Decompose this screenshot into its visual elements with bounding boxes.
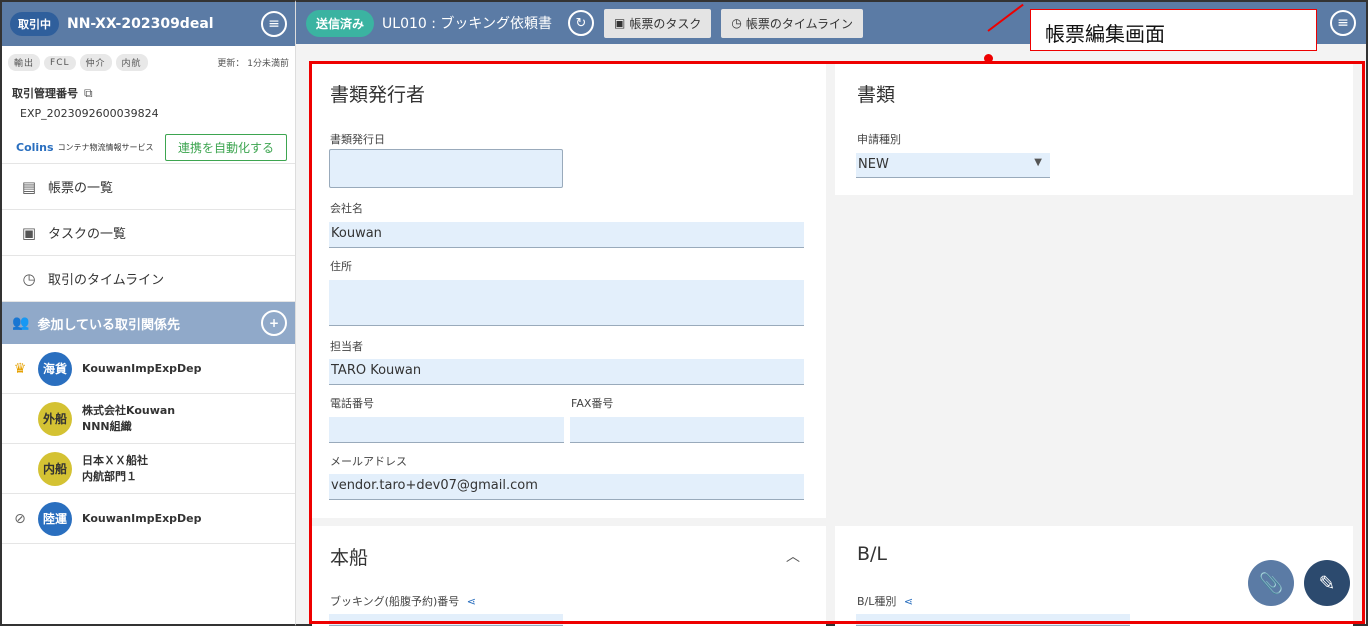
party-row[interactable]: ♛ 海貨 KouwanImpExpDep [2, 344, 295, 394]
deal-status-badge: 取引中 [10, 12, 59, 36]
issue-date-field[interactable] [329, 149, 563, 188]
nav-task-list[interactable]: ▣ タスクの一覧 [2, 210, 295, 256]
company-label: 会社名 [330, 202, 363, 215]
document-section-title: 書類 [857, 84, 896, 106]
sidebar: 取引中 NN-XX-202309deal ≡ 輸出 FCL 仲介 内航 更新： … [0, 0, 296, 626]
person-label: 担当者 [330, 340, 363, 353]
clipboard-icon: ▣ [21, 223, 37, 242]
sidebar-header: 取引中 NN-XX-202309deal ≡ [2, 2, 295, 46]
fax-label: FAX番号 [571, 397, 614, 410]
sent-status-badge: 送信済み [306, 9, 375, 37]
bl-type-label-text: B/L種別 [857, 595, 897, 608]
timeline-icon: ◷ [731, 16, 742, 30]
deal-id: NN-XX-202309deal [67, 16, 214, 32]
deal-tags: 輸出 FCL 仲介 内航 更新： 1分未満前 [2, 46, 295, 71]
main-menu-icon[interactable]: ≡ [1330, 10, 1356, 36]
document-task-button[interactable]: ▣ 帳票のタスク [603, 8, 712, 38]
eye-off-icon[interactable]: ⊘ [2, 511, 38, 527]
nav-document-list[interactable]: ▤ 帳票の一覧 [2, 164, 295, 210]
party-header: 👥 参加している取引関係先 + [2, 302, 295, 344]
vessel-card: 本船 ︿ ブッキング(船腹予約)番号 ⋖ [312, 526, 826, 626]
timeline-icon: ◷ [22, 269, 36, 288]
paperclip-icon: 📎 [1258, 571, 1284, 595]
tag: FCL [44, 55, 76, 70]
document-icon: ▤ [21, 177, 37, 196]
tag: 内航 [115, 54, 148, 71]
nav-timeline[interactable]: ◷ 取引のタイムライン [2, 256, 295, 302]
party-name: 日本ＸＸ船社 [82, 453, 148, 467]
booking-number-label: ブッキング(船腹予約)番号 ⋖ [330, 593, 476, 609]
edit-document-icon: ✎ [1318, 571, 1336, 595]
party-name: KouwanImpExpDep [82, 511, 202, 525]
clipboard-icon: ▣ [613, 16, 626, 30]
tag: 仲介 [79, 54, 112, 71]
party-avatar: 陸運 [38, 501, 72, 536]
bl-type-label: B/L種別 ⋖ [857, 593, 913, 609]
refresh-icon[interactable]: ↻ [567, 10, 594, 36]
party-name: KouwanImpExpDep [82, 361, 202, 375]
fax-field[interactable] [570, 417, 804, 443]
nav-label: 帳票の一覧 [48, 181, 114, 196]
dropdown-arrow-icon: ▼ [1034, 157, 1042, 168]
mgmt-number-label: 取引管理番号 ⧉ [2, 71, 295, 101]
tag: 輸出 [8, 54, 41, 71]
email-label: メールアドレス [330, 455, 407, 468]
sidebar-menu-icon[interactable]: ≡ [261, 11, 287, 37]
phone-label: 電話番号 [330, 397, 374, 410]
company-field[interactable]: Kouwan [329, 222, 804, 248]
issue-date-label: 書類発行日 [330, 133, 385, 146]
attachment-fab[interactable]: 📎 [1248, 560, 1294, 606]
party-subname: 内航部門１ [82, 469, 137, 483]
booking-number-label-text: ブッキング(船腹予約)番号 [330, 595, 460, 608]
annotation-callout: 帳票編集画面 [1030, 9, 1317, 51]
person-field[interactable]: TARO Kouwan [329, 359, 804, 385]
phone-field[interactable] [329, 417, 564, 443]
people-icon: 👥 [12, 315, 30, 331]
party-row[interactable]: 外船 株式会社Kouwan NNN組織 [2, 394, 295, 444]
party-subname: NNN組織 [82, 419, 132, 433]
party-row[interactable]: 内船 日本ＸＸ船社 内航部門１ [2, 444, 295, 494]
party-avatar: 外船 [38, 401, 72, 436]
booking-number-field[interactable] [329, 614, 563, 626]
document-title: UL010 : ブッキング依頼書 [382, 16, 552, 32]
annotation-dot [984, 54, 993, 63]
copy-icon[interactable]: ⧉ [84, 86, 93, 101]
crown-icon: ♛ [13, 360, 27, 377]
email-field[interactable]: vendor.taro+dev07@gmail.com [329, 474, 804, 500]
document-card: 書類 申請種別 NEW ▼ [835, 64, 1353, 195]
party-avatar: 海貨 [38, 351, 72, 386]
colins-logo: Colins [16, 141, 54, 154]
share-icon[interactable]: ⋖ [467, 595, 476, 608]
apply-type-value: NEW [858, 157, 889, 172]
document-timeline-button[interactable]: ◷ 帳票のタイムライン [721, 8, 863, 38]
colins-row: Colins コンテナ物流情報サービス 連携を自動化する [2, 120, 295, 164]
button-label: 帳票のタスク [629, 16, 702, 31]
colins-subtitle: コンテナ物流情報サービス [57, 143, 154, 152]
document-edit-area: 書類発行者 書類発行日 会社名 Kouwan 住所 担当者 TARO Kouwa… [296, 44, 1368, 626]
share-icon[interactable]: ⋖ [904, 595, 913, 608]
button-label: 帳票のタイムライン [745, 16, 853, 31]
issuer-title: 書類発行者 [330, 84, 426, 106]
nav-label: タスクの一覧 [48, 227, 127, 242]
updated-text: 更新： 1分未満前 [217, 59, 289, 69]
mgmt-number-value: EXP_2023092600039824 [20, 107, 159, 120]
nav-label: 取引のタイムライン [48, 273, 165, 288]
apply-type-label: 申請種別 [857, 133, 901, 146]
mgmt-number-label-text: 取引管理番号 [12, 87, 78, 100]
apply-type-select[interactable]: NEW ▼ [856, 153, 1050, 178]
party-header-label: 参加している取引関係先 [37, 317, 181, 333]
bl-type-field[interactable] [856, 614, 1130, 626]
party-row[interactable]: ⊘ 陸運 KouwanImpExpDep [2, 494, 295, 544]
edit-fab[interactable]: ✎ [1304, 560, 1350, 606]
collapse-chevron-icon[interactable]: ︿ [786, 546, 800, 566]
address-field[interactable] [329, 280, 804, 326]
automate-link-button[interactable]: 連携を自動化する [164, 134, 287, 161]
vessel-title: 本船 [330, 547, 369, 569]
party-avatar: 内船 [38, 451, 72, 486]
address-label: 住所 [330, 260, 352, 273]
party-name: 株式会社Kouwan [82, 403, 176, 417]
issuer-card: 書類発行者 書類発行日 会社名 Kouwan 住所 担当者 TARO Kouwa… [312, 64, 826, 518]
add-party-icon[interactable]: + [261, 310, 287, 336]
bl-title: B/L [857, 543, 888, 565]
